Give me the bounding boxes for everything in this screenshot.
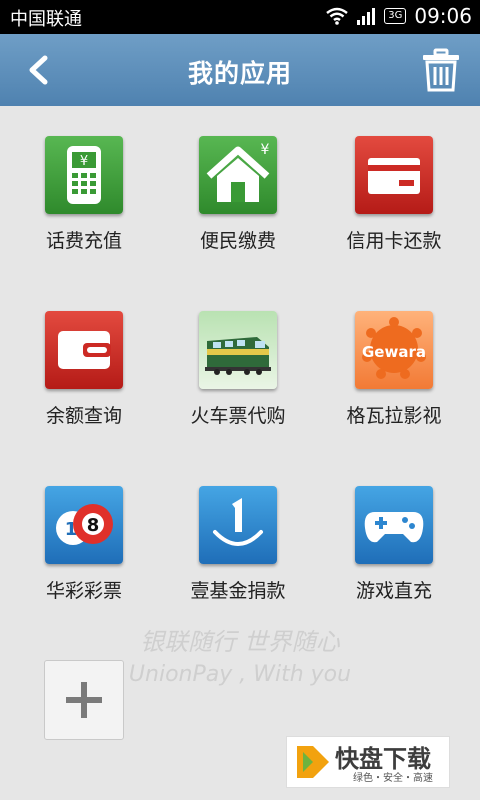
app-train-tickets[interactable]: 火车票代购: [158, 311, 318, 428]
app-label: 余额查询: [45, 405, 122, 427]
app-header: 我的应用: [0, 34, 480, 106]
clock: 09:06: [414, 4, 472, 28]
wifi-icon: [326, 7, 349, 25]
app-label: 华彩彩票: [45, 580, 122, 602]
house-yen-icon: ¥: [199, 136, 277, 214]
lottery-balls-icon: 1 8: [45, 486, 123, 564]
app-label: 游戏直充: [355, 580, 432, 602]
phone-recharge-icon: ¥: [45, 136, 123, 214]
app-one-foundation-donation[interactable]: 壹基金捐款: [158, 486, 318, 603]
one-foundation-icon: [199, 486, 277, 564]
credit-card-icon: [355, 136, 433, 214]
app-phone-recharge[interactable]: ¥ 话费充值: [4, 136, 164, 253]
svg-text:8: 8: [87, 515, 100, 536]
app-label: 格瓦拉影视: [346, 405, 442, 427]
status-bar: 中国联通 3G 09:06: [0, 0, 480, 34]
signal-icon: [357, 8, 376, 25]
carrier-name: 中国联通: [10, 9, 82, 30]
add-app-button[interactable]: [44, 660, 124, 740]
gamepad-icon: [355, 486, 433, 564]
svg-text:¥: ¥: [80, 154, 88, 169]
app-game-recharge[interactable]: 游戏直充: [314, 486, 474, 603]
app-label: 火车票代购: [190, 405, 286, 427]
train-icon: [199, 311, 277, 389]
page-title: 我的应用: [187, 59, 292, 88]
app-label: 信用卡还款: [346, 230, 442, 252]
app-label: 话费充值: [45, 230, 122, 252]
app-balance-inquiry[interactable]: 余额查询: [4, 311, 164, 428]
plus-icon: [66, 682, 102, 718]
watermark-tagline: 绿色・安全・高速: [353, 773, 433, 784]
gewara-logo-text: Gewara: [362, 343, 426, 361]
svg-text:¥: ¥: [261, 142, 270, 158]
app-label: 壹基金捐款: [190, 580, 286, 602]
app-utility-bills[interactable]: ¥ 便民缴费: [158, 136, 318, 253]
app-label: 便民缴费: [199, 230, 276, 252]
gewara-logo-icon: Gewara: [355, 311, 433, 389]
app-huacai-lottery[interactable]: 1 8 华彩彩票: [4, 486, 164, 603]
wallet-icon: [45, 311, 123, 389]
slogan-cn: 银联随行 世界随心: [140, 628, 340, 656]
kuaipan-logo-icon: [297, 746, 329, 778]
app-credit-card-repayment[interactable]: 信用卡还款: [314, 136, 474, 253]
trash-icon[interactable]: [420, 48, 462, 92]
app-gewara-movies[interactable]: Gewara 格瓦拉影视: [314, 311, 474, 428]
network-badge: 3G: [384, 8, 407, 24]
site-watermark: 快盘下载 绿色・安全・高速: [286, 736, 450, 788]
